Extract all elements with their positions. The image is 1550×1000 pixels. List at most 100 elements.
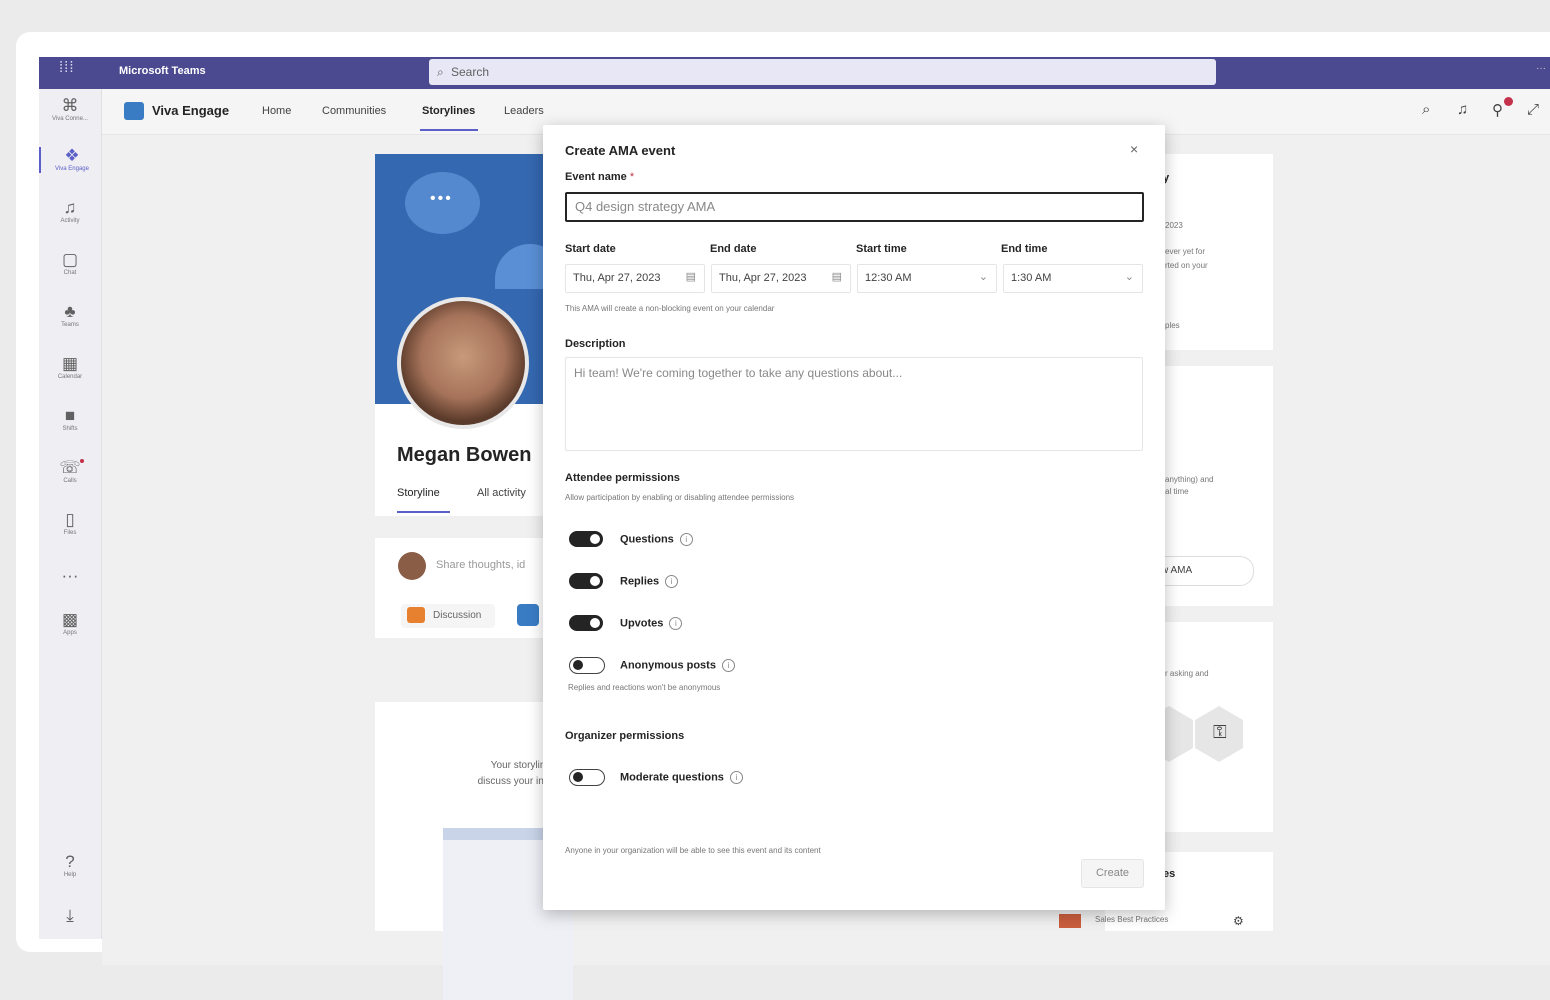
rail-item-calls[interactable]: ☏ Calls — [39, 459, 101, 485]
event-name-label: Event name * — [565, 171, 634, 183]
empty-storyline-text: Your storyline is discuss your intere — [477, 760, 561, 787]
search-placeholder: Search — [451, 65, 490, 79]
rail-label: Files — [63, 530, 77, 536]
rail-item-activity[interactable]: ♫ Activity — [39, 199, 101, 225]
info-icon[interactable]: i — [679, 533, 693, 546]
attendee-permissions-title: Attendee permissions — [565, 472, 680, 484]
rail-label: Shifts — [62, 426, 78, 432]
search-icon[interactable]: ⌕ — [1422, 101, 1430, 118]
end-date-label: End date — [710, 243, 757, 255]
profile-card: ••• Megan Bowen Storyline All activity — [375, 154, 565, 516]
active-nav-indicator — [420, 129, 478, 131]
questions-toggle-label: Questions i — [620, 533, 693, 546]
rail-label: Calendar — [57, 374, 83, 380]
chevron-down-icon: ⌄ — [1124, 271, 1134, 283]
rail-item-teams[interactable]: ♣ Teams — [39, 303, 101, 329]
toggle-label-text: Anonymous posts — [620, 659, 716, 672]
more-options-icon[interactable]: ··· — [1536, 63, 1546, 74]
nav-leaders[interactable]: Leaders — [504, 105, 544, 117]
required-mark: * — [629, 171, 635, 183]
gear-icon[interactable]: ⚙ — [1233, 914, 1244, 928]
event-name-input[interactable] — [573, 194, 1137, 218]
upvotes-toggle[interactable] — [569, 615, 603, 631]
rail-item-shifts[interactable]: ■ Shifts — [39, 407, 101, 433]
anonymous-posts-toggle[interactable] — [569, 657, 605, 674]
rail-item-calendar[interactable]: ▦ Calendar — [39, 355, 101, 381]
rail-item-download[interactable]: ⤓ — [39, 907, 101, 925]
rail-item-viva-connections[interactable]: ⌘ Viva Conne... — [39, 97, 101, 123]
rail-label: Teams — [61, 322, 79, 328]
teams-search-box[interactable]: ⌕ Search — [429, 59, 1216, 85]
moderate-questions-toggle[interactable] — [569, 769, 605, 786]
rail-item-files[interactable]: ▯ Files — [39, 511, 101, 537]
info-icon[interactable]: i — [721, 659, 735, 672]
help-icon: ? — [65, 852, 75, 871]
calendar-icon: ▤ — [685, 271, 696, 283]
viva-engage-logo-icon — [124, 102, 144, 120]
description-label: Description — [565, 338, 626, 350]
chat-icon: ▢ — [61, 250, 79, 269]
analytics-icon[interactable]: ⤢ — [1527, 101, 1539, 118]
tab-all-activity[interactable]: All activity — [477, 487, 526, 499]
end-time-dropdown[interactable]: 1:30 AM ⌄ — [1003, 264, 1143, 293]
rail-item-more[interactable]: ··· — [39, 567, 101, 585]
app-launcher-icon[interactable]: ⁞⁞⁞ — [59, 59, 75, 76]
toggle-label-text: Replies — [620, 575, 660, 588]
card-text: ever yet for — [1165, 247, 1206, 256]
visibility-note: Anyone in your organization will be able… — [565, 846, 821, 855]
create-ama-dialog: Create AMA event × Event name * Start da… — [543, 125, 1165, 910]
questions-toggle[interactable] — [569, 531, 603, 547]
calendar-note: This AMA will create a non-blocking even… — [565, 304, 775, 313]
calendar-icon: ▤ — [831, 271, 842, 283]
rail-item-chat[interactable]: ▢ Chat — [39, 251, 101, 277]
card-text[interactable]: Sales Best Practices — [1095, 914, 1168, 926]
bell-icon[interactable]: ♫ — [1457, 101, 1468, 118]
end-date-picker[interactable]: Thu, Apr 27, 2023 ▤ — [711, 264, 851, 293]
new-ama-label: w AMA — [1161, 565, 1193, 576]
viva-connections-icon: ⌘ — [61, 96, 79, 115]
apps-icon: ▩ — [61, 610, 79, 629]
rail-item-viva-engage[interactable]: ❖ Viva Engage — [39, 147, 103, 173]
start-time-dropdown[interactable]: 12:30 AM ⌄ — [857, 264, 997, 293]
info-icon[interactable]: i — [729, 771, 743, 784]
rail-label: Chat — [63, 270, 77, 276]
description-input[interactable] — [572, 364, 1136, 448]
rail-item-apps[interactable]: ▩ Apps — [39, 611, 101, 637]
notification-dot — [80, 459, 84, 463]
create-button[interactable]: Create — [1081, 859, 1144, 888]
bubble-dots-icon: ••• — [430, 190, 453, 207]
nav-home[interactable]: Home — [262, 105, 291, 117]
nav-communities[interactable]: Communities — [322, 105, 386, 117]
discussion-button[interactable]: Discussion — [401, 604, 495, 628]
start-date-picker[interactable]: Thu, Apr 27, 2023 ▤ — [565, 264, 705, 293]
info-icon[interactable]: i — [665, 575, 679, 588]
download-icon: ⤓ — [66, 906, 74, 925]
close-icon[interactable]: × — [1130, 141, 1138, 157]
notifications-icon[interactable]: ⚲ — [1492, 101, 1503, 119]
description-field[interactable] — [565, 357, 1143, 451]
nav-storylines[interactable]: Storylines — [422, 105, 475, 117]
end-time-label: End time — [1001, 243, 1048, 255]
tab-storyline[interactable]: Storyline — [397, 487, 440, 499]
start-time-label: Start time — [856, 243, 907, 255]
toggle-label-text: Moderate questions — [620, 771, 724, 784]
active-tab-indicator — [397, 511, 450, 513]
profile-avatar — [397, 297, 529, 429]
engage-app-name: Viva Engage — [152, 103, 230, 118]
rail-item-help[interactable]: ? Help — [39, 853, 101, 879]
discussion-icon — [407, 607, 425, 623]
card-text: 2023 — [1165, 221, 1183, 230]
bell-icon: ♫ — [63, 198, 77, 217]
new-ama-button[interactable]: w AMA — [1152, 556, 1254, 586]
start-date-value: Thu, Apr 27, 2023 — [573, 272, 661, 284]
composer-placeholder[interactable]: Share thoughts, id — [436, 559, 525, 571]
replies-toggle[interactable] — [569, 573, 603, 589]
question-icon[interactable] — [517, 604, 539, 626]
viva-engage-icon: ❖ — [64, 146, 80, 165]
event-name-field[interactable] — [565, 192, 1144, 222]
start-time-value: 12:30 AM — [865, 272, 912, 284]
info-icon[interactable]: i — [669, 617, 683, 630]
anonymous-posts-toggle-label: Anonymous posts i — [620, 659, 735, 672]
rail-label: Viva Engage — [55, 166, 89, 172]
empty-storyline-card: Your storyline is discuss your intere — [375, 702, 573, 1000]
